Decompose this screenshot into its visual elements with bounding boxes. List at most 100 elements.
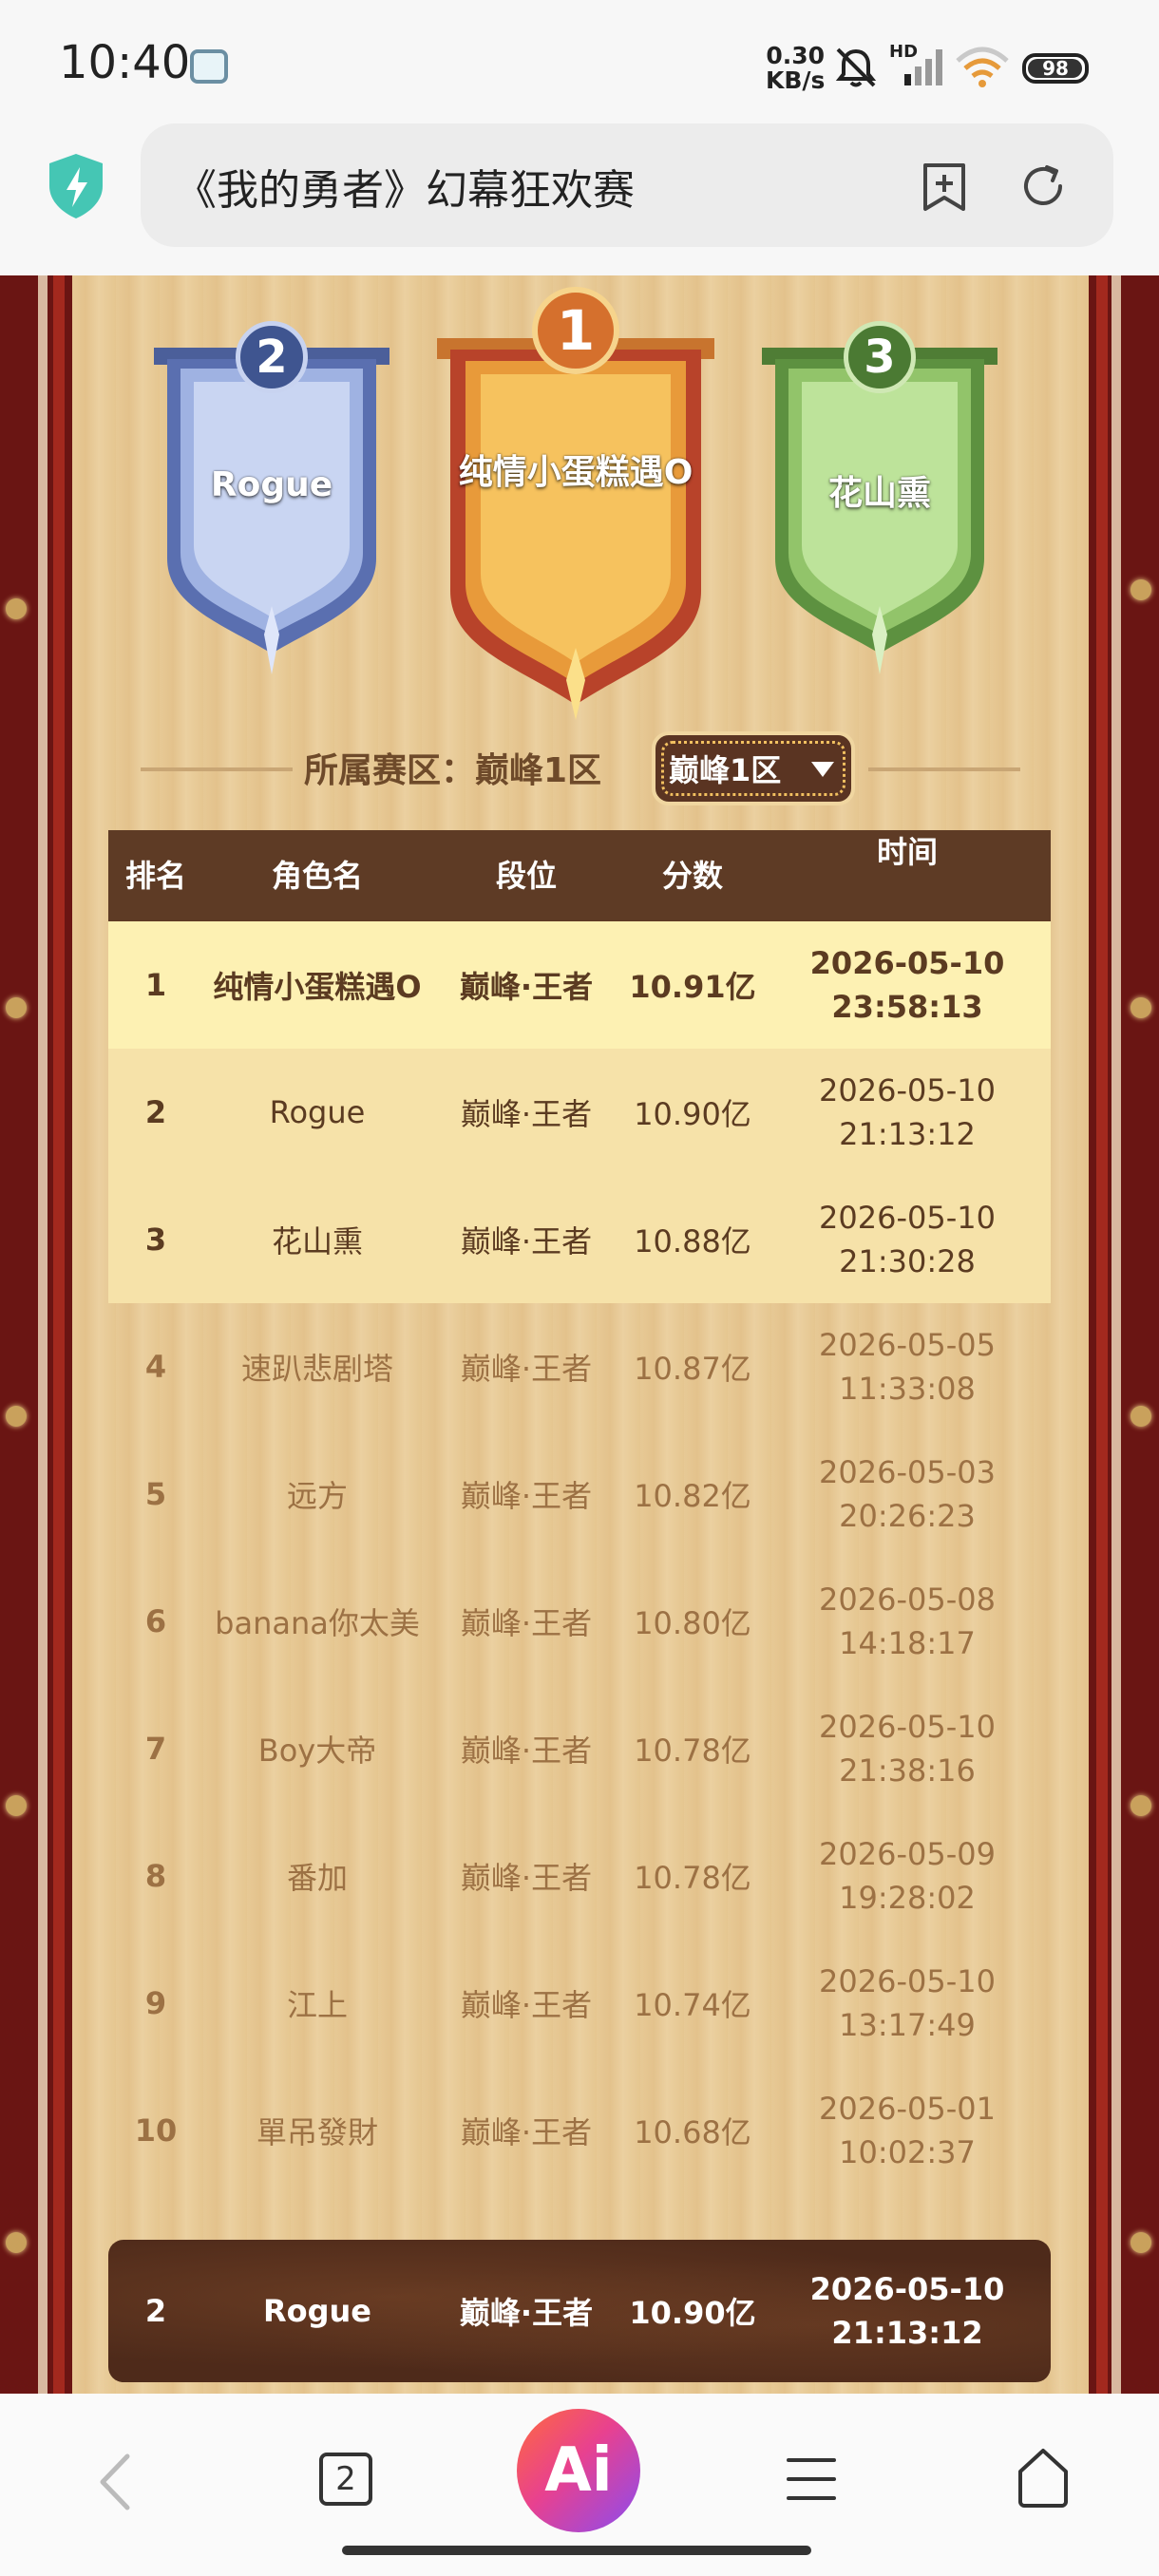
row-time: 2026-05-10 21:13:12 [764,1049,1051,1176]
podium-rank-3: 3 花山熏 [756,321,1003,682]
row-time: 2026-05-03 20:26:23 [764,1430,1051,1558]
podium-rank-2-name: Rogue [210,465,333,504]
frame-border-right-inner [1096,275,1108,2394]
row-date: 2026-05-08 [819,1582,996,1618]
podium-rank-2: 2 Rogue [148,321,395,682]
row-tier: 巅峰·王者 [460,1860,593,1896]
row-name: 花山熏 [271,1223,363,1260]
decor-dot [6,598,27,619]
home-icon[interactable] [1015,2447,1072,2508]
url-field[interactable]: 《我的勇者》幻幕狂欢赛 [141,123,1113,247]
menu-icon[interactable] [785,2454,838,2504]
add-bookmark-icon[interactable] [918,160,971,213]
row-time: 2026-05-10 21:30:28 [764,1176,1051,1303]
security-shield-icon[interactable] [46,152,106,220]
wifi-icon [956,47,1009,87]
my-rank: 2 [144,2293,167,2329]
row-tier: 巅峰·王者 [459,969,594,1005]
row-score: 10.78亿 [634,1860,751,1896]
row-date: 2026-05-10 [819,1072,996,1108]
column-header-score: 分数 [661,858,723,894]
row-date: 2026-05-01 [819,2091,996,2127]
table-row: 8 番加 巅峰·王者 10.78亿 2026-05-09 19:28:02 [108,1812,1051,1940]
cellular-signal-icon [904,49,942,85]
battery-level: 98 [1042,57,1069,80]
home-indicator[interactable] [342,2546,811,2555]
podium-rank-2-medal: 2 [236,321,308,393]
status-bar: 10:40 0.30 KB/s HD 98 [0,0,1159,123]
row-rank: 5 [144,1476,167,1512]
row-rank: 1 [144,967,167,1003]
row-time: 2026-05-05 11:33:08 [764,1303,1051,1430]
row-tier: 巅峰·王者 [460,1605,593,1641]
column-header-tier: 段位 [495,858,557,894]
table-row: 5 远方 巅峰·王者 10.82亿 2026-05-03 20:26:23 [108,1430,1051,1558]
row-tier: 巅峰·王者 [460,1478,593,1514]
row-clock: 13:17:49 [839,2007,976,2043]
status-time: 10:40 [59,36,191,89]
row-name: 速趴悲剧塔 [240,1351,393,1387]
leaderboard-table: 排名 角色名 段位 分数 时间 [108,830,1051,921]
browser-bottom-nav: 2 Ai [0,2394,1159,2576]
row-clock: 14:18:17 [839,1625,976,1661]
row-date: 2026-05-10 [809,945,1005,981]
decor-dot [6,2232,27,2253]
table-row: 1 纯情小蛋糕遇O 巅峰·王者 10.91亿 2026-05-10 23:58:1… [108,921,1051,1049]
table-row: 3 花山熏 巅峰·王者 10.88亿 2026-05-10 21:30:28 [108,1176,1051,1303]
column-header-name: 角色名 [271,858,363,894]
row-rank: 6 [144,1603,167,1639]
row-time: 2026-05-10 13:17:49 [764,1940,1051,2067]
my-time: 2026-05-10 21:13:12 [764,2240,1051,2382]
my-clock: 21:13:12 [831,2315,983,2351]
row-time: 2026-05-08 14:18:17 [764,1558,1051,1685]
table-row: 2 Rogue 巅峰·王者 10.90亿 2026-05-10 21:13:12 [108,1049,1051,1176]
row-date: 2026-05-10 [819,1963,996,1999]
row-clock: 23:58:13 [831,989,983,1025]
row-tier: 巅峰·王者 [460,1096,593,1132]
decor-dot [6,1406,27,1427]
row-name: Rogue [269,1094,366,1130]
browser-page: 10:40 0.30 KB/s HD 98 《我的勇者》幻幕狂欢赛 2 Rogu… [0,0,1159,2576]
decor-dot [6,997,27,1018]
row-date: 2026-05-10 [819,1709,996,1745]
podium-rank-1-medal: 1 [532,287,619,374]
network-speed-unit: KB/s [766,66,826,94]
row-time: 2026-05-09 19:28:02 [764,1812,1051,1940]
row-score: 10.80亿 [634,1605,751,1641]
row-rank: 2 [144,1094,167,1130]
address-bar: 《我的勇者》幻幕狂欢赛 [0,123,1159,275]
row-clock: 10:02:37 [839,2134,976,2170]
row-date: 2026-05-05 [819,1327,996,1363]
row-time: 2026-05-01 10:02:37 [764,2067,1051,2194]
row-score: 10.90亿 [634,1096,751,1132]
row-tier: 巅峰·王者 [460,1733,593,1769]
leaderboard-scroll-area[interactable]: 1 纯情小蛋糕遇O 巅峰·王者 10.91亿 2026-05-10 23:58:1… [108,921,1051,2394]
my-score: 10.90亿 [629,2295,756,2331]
ai-assistant-icon[interactable]: Ai [517,2409,640,2532]
decor-dot [1130,997,1151,1018]
network-speed: 0.30 KB/s [766,44,825,93]
row-rank: 10 [134,2112,178,2149]
app-notification-icon [190,49,228,84]
row-score: 10.87亿 [634,1351,751,1387]
row-name: 纯情小蛋糕遇O [213,969,422,1005]
table-row: 10 單吊發財 巅峰·王者 10.68亿 2026-05-01 10:02:37 [108,2067,1051,2194]
tabs-icon[interactable]: 2 [319,2453,372,2506]
decor-dot [1130,2232,1151,2253]
podium-rank-1: 1 纯情小蛋糕遇O [433,287,718,724]
silent-bell-icon [835,47,877,87]
row-rank: 4 [144,1349,167,1385]
row-tier: 巅峰·王者 [460,2114,593,2150]
leaderboard-page[interactable]: 2 Rogue 1 纯情小蛋糕遇O 3 花山熏 所属赛区：巅峰1区 巅峰1区 排… [0,275,1159,2394]
row-score: 10.91亿 [629,969,756,1005]
row-time: 2026-05-10 23:58:13 [764,921,1051,1049]
back-icon[interactable] [91,2449,139,2515]
reload-icon[interactable] [1016,160,1070,213]
row-score: 10.82亿 [634,1478,751,1514]
podium-rank-3-name: 花山熏 [827,474,931,513]
row-tier: 巅峰·王者 [460,1223,593,1260]
zone-dropdown[interactable]: 巅峰1区 [652,731,855,805]
zone-dropdown-value: 巅峰1区 [669,752,782,788]
decor-dot [1130,1406,1151,1427]
decor-dot [1130,1795,1151,1816]
